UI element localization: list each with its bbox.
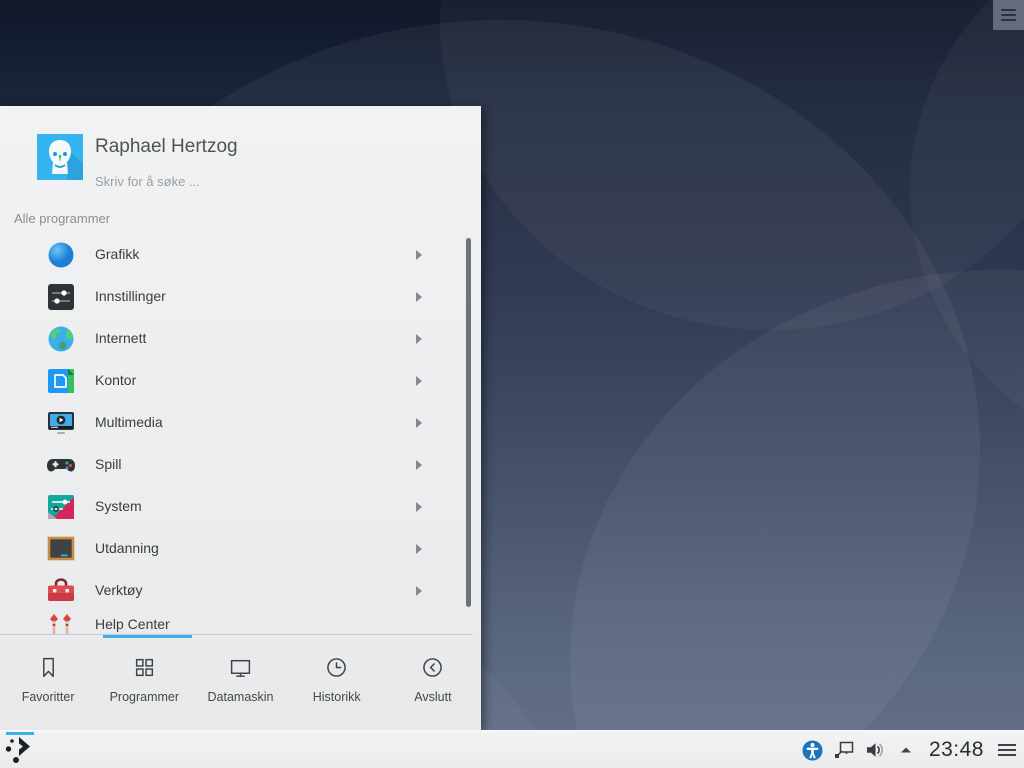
- category-list: Grafikk Innstillinger: [0, 234, 481, 634]
- submenu-arrow-icon: [416, 292, 422, 302]
- category-row-utdanning[interactable]: Utdanning: [0, 528, 481, 570]
- footer-divider: [0, 634, 472, 635]
- volume-icon[interactable]: [864, 739, 886, 761]
- bookmark-icon: [37, 656, 60, 679]
- graphics-icon: [46, 240, 76, 270]
- expand-tray-arrow[interactable]: [895, 739, 917, 761]
- games-icon: [46, 450, 76, 480]
- category-row-innstillinger[interactable]: Innstillinger: [0, 276, 481, 318]
- kali-logo-icon: [2, 732, 36, 768]
- utilities-icon: [46, 576, 76, 606]
- network-icon[interactable]: [833, 739, 855, 761]
- accessibility-icon[interactable]: [802, 739, 824, 761]
- tab-datamaskin[interactable]: Datamaskin: [192, 638, 288, 730]
- list-scrollbar[interactable]: [466, 238, 471, 607]
- taskbar-panel: 23:48: [0, 730, 1024, 768]
- user-avatar[interactable]: [37, 134, 83, 180]
- submenu-arrow-icon: [416, 250, 422, 260]
- submenu-arrow-icon: [416, 544, 422, 554]
- active-launcher-indicator: [6, 732, 34, 735]
- app-launcher-button[interactable]: [2, 732, 36, 768]
- monitor-icon: [229, 656, 252, 679]
- submenu-arrow-icon: [416, 334, 422, 344]
- clock-icon: [325, 656, 348, 679]
- settings-icon: [46, 282, 76, 312]
- tab-historikk[interactable]: Historikk: [289, 638, 385, 730]
- submenu-arrow-icon: [416, 418, 422, 428]
- category-row-spill[interactable]: Spill: [0, 444, 481, 486]
- search-input[interactable]: Skriv for å søke ...: [95, 174, 200, 189]
- office-icon: [46, 366, 76, 396]
- system-tray: 23:48: [802, 731, 1018, 768]
- submenu-arrow-icon: [416, 376, 422, 386]
- desktop-toolbox-button[interactable]: [993, 0, 1024, 30]
- user-name: Raphael Hertzog: [95, 136, 238, 158]
- leave-icon: [421, 656, 444, 679]
- desktop: Raphael Hertzog Skriv for å søke ... All…: [0, 0, 1024, 768]
- category-row-internett[interactable]: Internett: [0, 318, 481, 360]
- internet-icon: [46, 324, 76, 354]
- tab-programmer[interactable]: Programmer: [96, 638, 192, 730]
- hamburger-icon: [1001, 6, 1016, 24]
- submenu-arrow-icon: [416, 586, 422, 596]
- tab-favoritter[interactable]: Favoritter: [0, 638, 96, 730]
- grid-icon: [133, 656, 156, 679]
- system-icon: [46, 492, 76, 522]
- submenu-arrow-icon: [416, 502, 422, 512]
- education-icon: [46, 534, 76, 564]
- multimedia-icon: [46, 408, 76, 438]
- panel-menu-icon[interactable]: [996, 739, 1018, 761]
- help-center-icon: [46, 610, 76, 634]
- submenu-arrow-icon: [416, 460, 422, 470]
- category-row-help-center[interactable]: Help Center: [0, 604, 481, 634]
- category-row-system[interactable]: System: [0, 486, 481, 528]
- category-row-grafikk[interactable]: Grafikk: [0, 234, 481, 276]
- menu-tab-bar: Favoritter Programmer: [0, 638, 481, 730]
- tab-avslutt[interactable]: Avslutt: [385, 638, 481, 730]
- panel-clock[interactable]: 23:48: [926, 738, 987, 762]
- application-launcher-menu: Raphael Hertzog Skriv for å søke ... All…: [0, 106, 481, 730]
- category-row-kontor[interactable]: Kontor: [0, 360, 481, 402]
- section-label: Alle programmer: [14, 211, 110, 226]
- category-row-multimedia[interactable]: Multimedia: [0, 402, 481, 444]
